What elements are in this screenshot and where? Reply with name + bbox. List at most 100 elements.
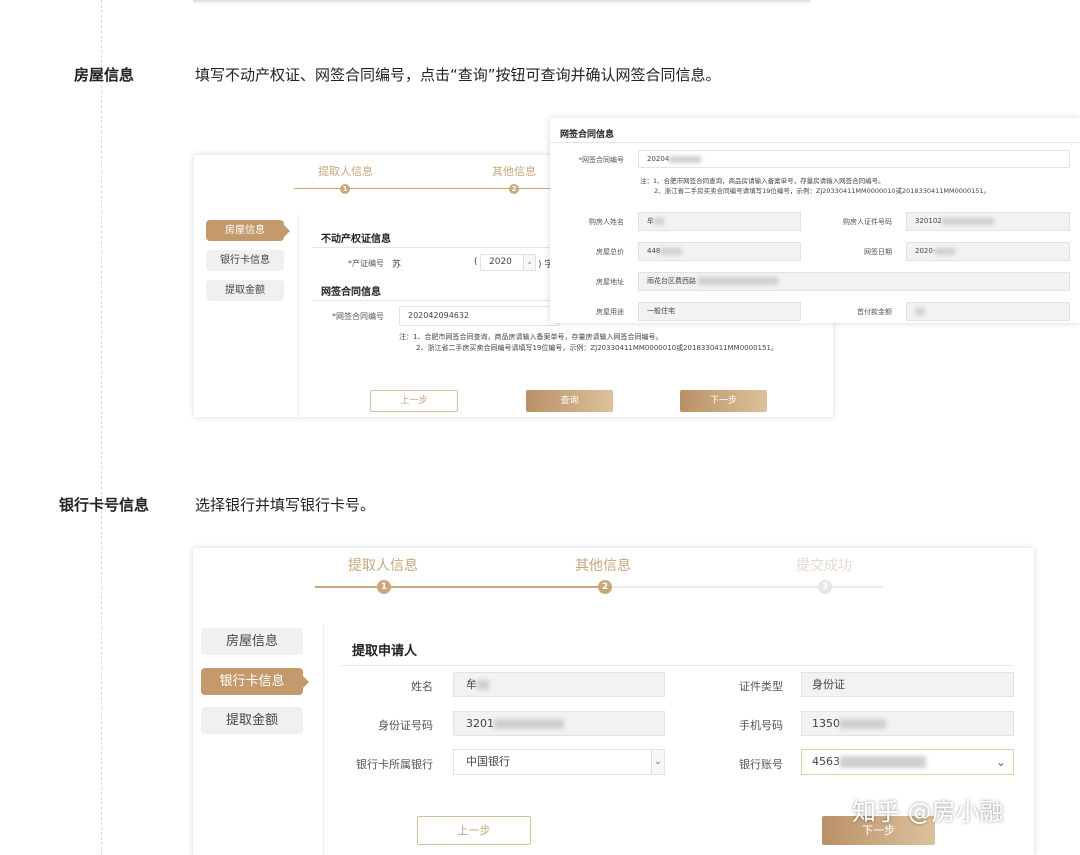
- buyer-id-field: 320102: [906, 212, 1070, 231]
- contract-number-label: *网签合同编号: [332, 312, 384, 321]
- address-value: 雨花台区费西路: [647, 277, 696, 285]
- name-field: 牟: [453, 672, 665, 697]
- step-dot-1: 1: [377, 580, 391, 594]
- step-label-2: 其他信息: [575, 558, 631, 574]
- buyer-id-label: 购房人证件号码: [843, 218, 892, 226]
- id-number-field: 3201: [453, 711, 665, 736]
- bank-select[interactable]: 中国银行 ⌄: [453, 749, 665, 775]
- bank-value: 中国银行: [466, 755, 510, 768]
- id-type-field: 身份证: [801, 672, 1014, 697]
- cert-number-label: *产证编号: [348, 259, 384, 268]
- timeline-line: [101, 0, 102, 855]
- blurred-text: [494, 719, 564, 729]
- id-number-label: 身份证号码: [378, 719, 433, 732]
- popup-note-1: 注：1、合肥市网签合同查询，商品房请输入备案单号，存量房请输入网签合同编号。: [640, 177, 885, 185]
- blurred-text: [654, 217, 664, 225]
- section-desc-house: 填写不动产权证、网签合同编号，点击“查询”按钮可查询并确认网签合同信息。: [195, 66, 721, 84]
- total-price-field: 448: [638, 242, 801, 261]
- step-dot-3: 3: [818, 580, 832, 594]
- id-type-label: 证件类型: [739, 680, 783, 693]
- popup-contract-value: 20204: [647, 155, 670, 163]
- step-dot-2: 2: [598, 580, 612, 594]
- step-label-3: 提交成功: [796, 558, 852, 574]
- step-progress-line-todo: [605, 586, 883, 588]
- blurred-text: [840, 719, 886, 729]
- popup-contract-label: *网签合同编号: [578, 156, 625, 164]
- cert-number-value: 苏: [392, 260, 402, 270]
- sign-date-field: 2020-: [906, 242, 1070, 261]
- chevron-down-icon: ⌄: [989, 750, 1013, 774]
- applicant-section-title: 提取申请人: [352, 644, 418, 659]
- query-button[interactable]: 查询: [526, 390, 613, 412]
- previous-screenshot-edge: [193, 0, 810, 2]
- contract-number-input[interactable]: 202042094632: [399, 306, 559, 326]
- step-dot-1: 1: [340, 184, 350, 194]
- contract-info-popup: 网签合同信息 *网签合同编号 20204 注：1、合肥市网签合同查询，商品房请输…: [550, 118, 1080, 323]
- popup-note-2: 2、浙江省二手房买卖合同编号请填写19位编号，示例：ZJ20330411MM00…: [654, 187, 991, 195]
- name-value: 牟: [466, 678, 477, 691]
- contract-section-title: 网签合同信息: [321, 287, 381, 298]
- account-value: 4563: [812, 755, 840, 768]
- down-payment-field: [906, 302, 1070, 321]
- usage-field: 一般住宅: [638, 302, 801, 321]
- popup-title-divider: [550, 142, 1080, 143]
- cert-section-title: 不动产权证信息: [321, 234, 391, 245]
- step-label-1: 提取人信息: [318, 165, 373, 178]
- side-menu-bank[interactable]: 银行卡信息: [201, 668, 309, 695]
- side-menu-amount[interactable]: 提取金额: [206, 280, 284, 301]
- popup-title: 网签合同信息: [560, 130, 615, 140]
- cert-year-select[interactable]: 2020 ⌄: [480, 254, 536, 271]
- chevron-down-icon: ⌄: [651, 750, 664, 774]
- step-progress-line-done: [315, 586, 605, 588]
- buyer-name-field: 牟: [638, 212, 801, 231]
- sign-date-value: 2020-: [915, 247, 936, 255]
- usage-label: 房屋用途: [596, 308, 624, 316]
- account-label: 银行账号: [739, 758, 783, 771]
- blurred-text: [935, 247, 956, 255]
- phone-field: 1350: [801, 711, 1014, 736]
- step-label-2: 其他信息: [492, 165, 536, 178]
- phone-value: 1350: [812, 717, 840, 730]
- step-label-1: 提取人信息: [348, 558, 418, 574]
- total-price-label: 房屋总价: [596, 248, 624, 256]
- applicant-section-divider: [341, 665, 1013, 666]
- prev-step-button[interactable]: 上一步: [417, 816, 531, 845]
- blurred-text: [840, 756, 926, 768]
- address-field: 雨花台区费西路: [638, 272, 1070, 291]
- contract-note-1: 注：1、合肥市网签合同查询，商品房请输入备案单号，存量房请输入网签合同编号。: [399, 333, 663, 341]
- side-menu-bank[interactable]: 银行卡信息: [206, 250, 284, 271]
- side-menu-house[interactable]: 房屋信息: [206, 220, 290, 241]
- buyer-name-value: 牟: [647, 217, 654, 225]
- buyer-id-value: 320102: [915, 217, 942, 225]
- bank-label: 银行卡所属银行: [356, 758, 433, 771]
- blurred-text: [698, 277, 778, 285]
- prev-step-button[interactable]: 上一步: [370, 390, 458, 412]
- cert-paren-open: (: [474, 257, 478, 267]
- contract-section-divider: [312, 300, 552, 301]
- blurred-text: [941, 217, 994, 225]
- name-label: 姓名: [411, 680, 433, 693]
- next-step-button[interactable]: 下一步: [680, 390, 767, 412]
- buyer-name-label: 购房人姓名: [589, 218, 624, 226]
- chevron-down-icon: ⌄: [523, 255, 535, 270]
- side-menu-amount[interactable]: 提取金额: [201, 707, 303, 734]
- address-label: 房屋地址: [596, 278, 624, 286]
- cert-year-value: 2020: [489, 257, 512, 267]
- menu-divider: [298, 215, 299, 417]
- phone-label: 手机号码: [739, 719, 783, 732]
- popup-contract-input[interactable]: 20204: [638, 150, 1070, 168]
- section-title-house: 房屋信息: [74, 66, 135, 84]
- sign-date-label: 网签日期: [864, 248, 892, 256]
- section-desc-bank: 选择银行并填写银行卡号。: [195, 496, 376, 514]
- blurred-text: [477, 680, 489, 690]
- menu-divider: [323, 626, 324, 855]
- blurred-text: [660, 247, 683, 255]
- side-menu-house[interactable]: 房屋信息: [201, 628, 303, 655]
- blurred-text: [915, 307, 925, 315]
- step-dot-2: 2: [509, 184, 519, 194]
- down-payment-label: 首付款金额: [857, 308, 892, 316]
- account-select[interactable]: 4563 ⌄: [801, 749, 1014, 775]
- id-number-value: 3201: [466, 717, 494, 730]
- total-price-value: 448: [647, 247, 661, 255]
- section-title-bank: 银行卡号信息: [59, 496, 150, 514]
